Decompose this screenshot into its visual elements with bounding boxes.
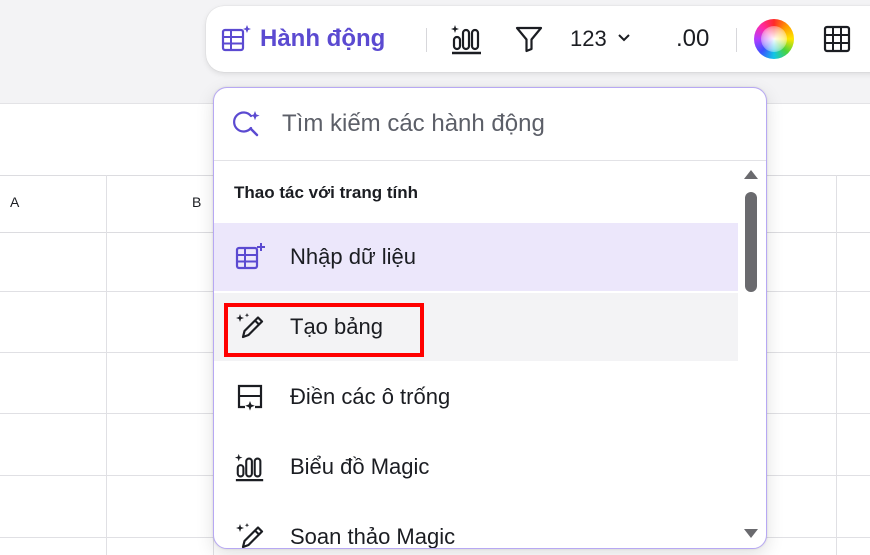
filter-button[interactable]: [514, 6, 544, 72]
chevron-down-icon: [617, 30, 631, 48]
grid-line: [836, 175, 837, 555]
menu-item-magic-chart[interactable]: Biểu đồ Magic: [214, 433, 738, 501]
grid-icon: [822, 24, 852, 54]
toolbar-divider: [426, 28, 427, 52]
number-format-dropdown[interactable]: 123: [570, 6, 631, 72]
floating-toolbar: Hành động 123 .00: [206, 6, 870, 72]
actions-button[interactable]: Hành động: [220, 6, 385, 72]
column-header-b[interactable]: B: [192, 194, 201, 210]
search-actions-input[interactable]: [280, 109, 724, 139]
magic-chart-button[interactable]: [450, 6, 484, 72]
borders-button[interactable]: [822, 6, 852, 72]
menu-item-label: Biểu đồ Magic: [290, 454, 430, 479]
annotation-highlight-box: [224, 303, 424, 357]
color-wheel-icon: [754, 19, 794, 59]
grid-line: [106, 175, 107, 555]
actions-label: Hành động: [260, 25, 386, 52]
fill-cells-icon: [234, 381, 274, 413]
number-format-label: 123: [570, 26, 607, 51]
actions-dropdown-panel: Thao tác với trang tính Nhập dữ liệu Tạo…: [213, 87, 767, 549]
table-sparkle-icon: [220, 23, 260, 55]
decimal-button[interactable]: .00: [676, 6, 709, 72]
menu-item-label: Điền các ô trống: [290, 384, 451, 409]
color-picker-button[interactable]: [754, 6, 794, 72]
magic-pen-icon: [234, 521, 274, 548]
toolbar-divider: [736, 28, 737, 52]
table-add-icon: [234, 241, 274, 273]
panel-scrollbar[interactable]: [738, 162, 764, 548]
magic-chart-icon: [450, 22, 484, 56]
scrollbar-thumb[interactable]: [745, 192, 757, 292]
section-title: Thao tác với trang tính: [234, 183, 418, 202]
search-row: [214, 88, 766, 161]
menu-item-magic-write[interactable]: Soan thảo Magic: [214, 503, 738, 549]
scroll-down-arrow-icon[interactable]: [744, 529, 758, 538]
magic-search-icon: [232, 109, 262, 139]
menu-item-label: Nhập dữ liệu: [290, 244, 417, 269]
decimal-label: .00: [676, 25, 710, 52]
menu-item-import-data[interactable]: Nhập dữ liệu: [214, 223, 738, 291]
menu-item-fill-blanks[interactable]: Điền các ô trống: [214, 363, 738, 431]
scroll-up-arrow-icon[interactable]: [744, 170, 758, 179]
filter-icon: [514, 24, 544, 54]
magic-chart-icon: [234, 451, 274, 483]
menu-item-label: Soan thảo Magic: [290, 524, 456, 549]
column-header-a[interactable]: A: [10, 194, 19, 210]
